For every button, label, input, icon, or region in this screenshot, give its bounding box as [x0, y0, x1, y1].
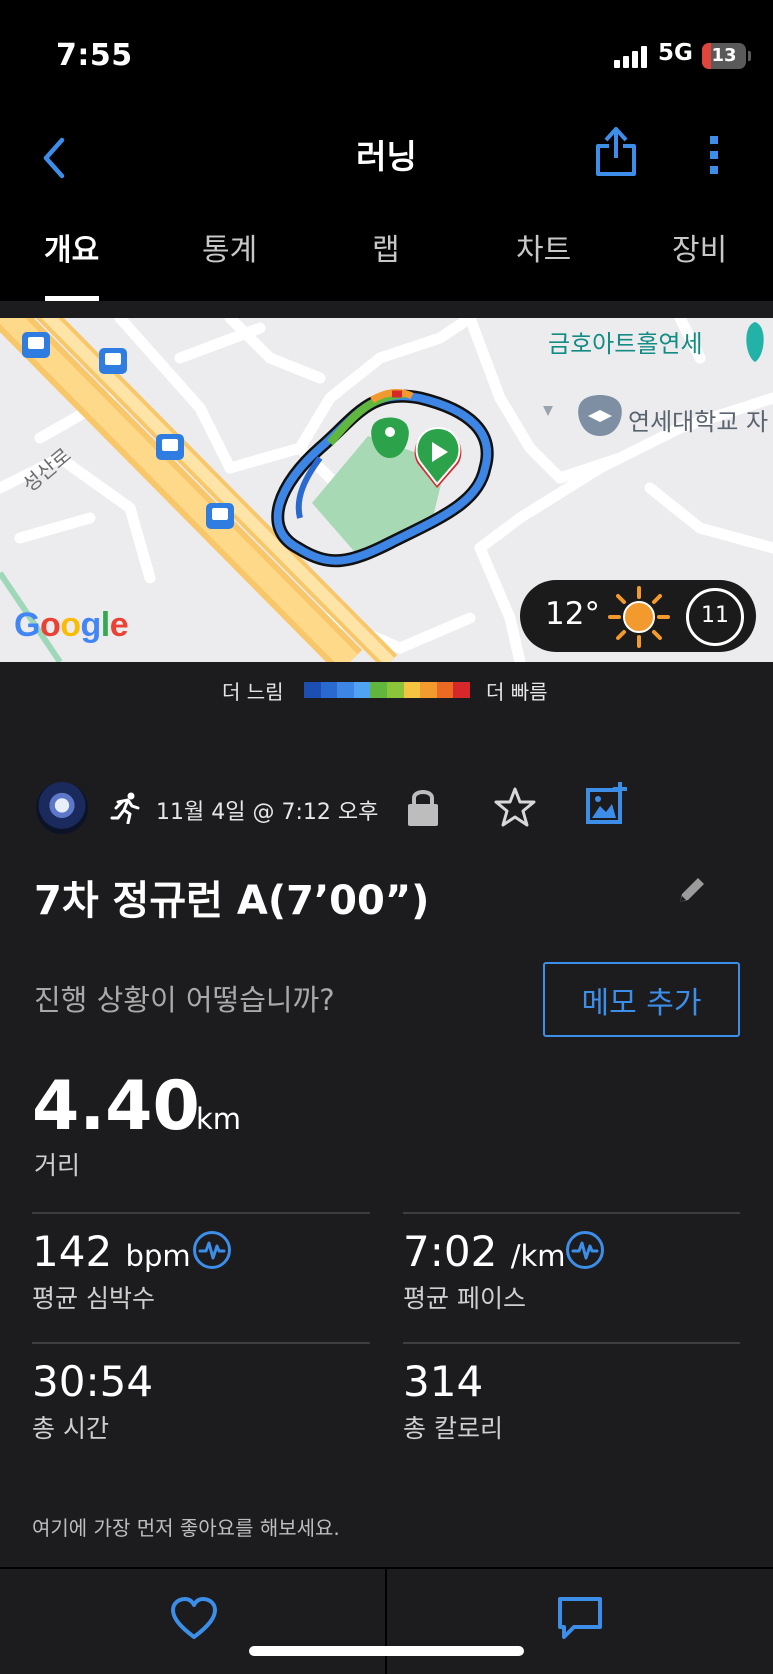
wind-compass-icon: 11: [686, 588, 744, 646]
share-icon: [596, 127, 636, 176]
heart-rate-value: 142: [32, 1227, 113, 1276]
pace-unit: /km: [510, 1239, 566, 1273]
divider: [32, 1212, 370, 1214]
more-vertical-icon: [710, 136, 718, 174]
share-button[interactable]: [592, 122, 640, 182]
sun-icon: [608, 586, 670, 648]
star-icon[interactable]: [494, 786, 536, 828]
page-title: 러닝: [356, 137, 417, 176]
total-time-label: 총 시간: [32, 1414, 109, 1443]
pace-swatch-6: [403, 682, 421, 698]
progress-prompt: 진행 상황이 어떻습니까?: [34, 983, 335, 1017]
activity-date: 11월 4일 @ 7:12 오후: [156, 800, 379, 825]
calories-label: 총 칼로리: [403, 1414, 503, 1443]
tab-overview[interactable]: 개요: [44, 225, 99, 269]
heart-rate-unit: bpm: [125, 1239, 191, 1273]
signal-icon: [614, 44, 650, 68]
tab-bar: 개요 통계 랩 차트 장비: [0, 205, 773, 301]
weather-badge[interactable]: 12° 11: [520, 580, 756, 652]
pace-gradient-bar: [304, 682, 470, 698]
add-photo-icon[interactable]: [586, 780, 630, 826]
pace-swatch-8: [436, 682, 454, 698]
heart-icon[interactable]: [170, 1597, 218, 1641]
weather-temperature: 12°: [545, 596, 600, 632]
comment-icon[interactable]: [556, 1595, 604, 1641]
avatar[interactable]: [36, 782, 88, 834]
pace-swatch-5: [386, 682, 404, 698]
tab-laps[interactable]: 랩: [372, 225, 400, 269]
battery-icon: 13: [702, 43, 746, 69]
status-bar: 7:55 5G 13: [0, 0, 773, 110]
home-indicator: [249, 1646, 524, 1656]
google-logo: Google: [14, 606, 129, 644]
pulse-icon[interactable]: [565, 1230, 605, 1270]
pace-label: 평균 페이스: [403, 1284, 526, 1313]
divider: [403, 1212, 740, 1214]
map-label-art-hall: 금호아트홀연세: [548, 330, 703, 358]
pace-swatch-9: [453, 682, 470, 698]
tab-gear[interactable]: 장비: [672, 225, 727, 269]
total-time-value: 30:54: [32, 1357, 154, 1406]
activity-title: 7차 정규런 A(7’00”): [34, 878, 430, 924]
running-icon: [110, 792, 140, 824]
activity-meta-row: 11월 4일 @ 7:12 오후: [0, 772, 773, 842]
battery-level: 13: [711, 45, 737, 66]
pace-swatch-2: [337, 682, 354, 698]
pace-value: 7:02: [403, 1227, 498, 1276]
bottom-action-bar: [0, 1567, 773, 1674]
network-label: 5G: [658, 40, 693, 66]
pace-swatch-0: [304, 682, 321, 698]
wind-speed: 11: [701, 603, 729, 628]
pulse-icon[interactable]: [192, 1230, 232, 1270]
divider: [403, 1342, 740, 1344]
map-label-university: 연세대학교 자: [628, 408, 768, 436]
legend-slow-label: 더 느림: [222, 680, 284, 704]
route-map[interactable]: 금호아트홀연세 연세대학교 자 성산로 Google 12° 11: [0, 318, 773, 662]
legend-fast-label: 더 빠름: [486, 680, 548, 704]
activity-overview: 더 느림 더 빠름 11월 4일 @ 7:12 오후 7차 정규런 A(7’00…: [0, 662, 773, 1567]
pace-swatch-7: [420, 682, 437, 698]
heart-rate-label: 평균 심박수: [32, 1284, 155, 1313]
like-prompt: 여기에 가장 먼저 좋아요를 해보세요.: [32, 1516, 340, 1540]
pace-swatch-4: [370, 682, 387, 698]
distance-label: 거리: [34, 1151, 81, 1180]
distance-unit: km: [196, 1102, 242, 1136]
nav-bar: 러닝: [0, 110, 773, 205]
divider: [32, 1342, 370, 1344]
pencil-icon[interactable]: [676, 874, 708, 906]
pace-legend: 더 느림 더 빠름: [0, 674, 773, 704]
tab-charts[interactable]: 차트: [516, 225, 571, 269]
distance-value: 4.40: [32, 1067, 200, 1146]
lock-icon[interactable]: [405, 786, 441, 828]
pace-swatch-1: [320, 682, 338, 698]
calories-value: 314: [403, 1357, 484, 1406]
tab-stats[interactable]: 통계: [202, 225, 257, 269]
add-memo-button[interactable]: 메모 추가: [543, 962, 740, 1037]
pace-swatch-3: [353, 682, 371, 698]
status-time: 7:55: [56, 38, 133, 73]
more-button[interactable]: [700, 124, 730, 184]
